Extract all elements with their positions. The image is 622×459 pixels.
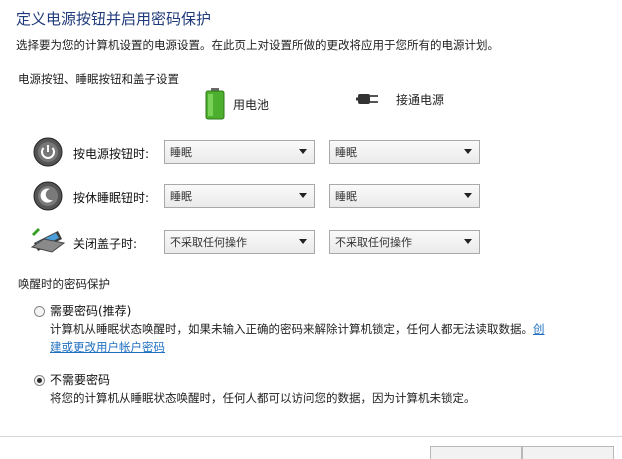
power-button-row-label: 按电源按钮时: (73, 147, 150, 161)
change-password-link-part1[interactable]: 创 (533, 322, 545, 336)
laptop-lid-icon (30, 227, 66, 253)
lid-close-plugged-select[interactable]: 不采取任何操作 (329, 230, 480, 254)
power-button-battery-select[interactable]: 睡眠 (164, 140, 315, 164)
battery-column-label: 用电池 (233, 97, 270, 112)
select-value: 睡眠 (170, 146, 192, 159)
page-title: 定义电源按钮并启用密码保护 (16, 10, 212, 28)
plugged-column-header: 接通电源 (356, 88, 444, 110)
lid-close-battery-select[interactable]: 不采取任何操作 (164, 230, 315, 254)
password-section-heading: 唤醒时的密码保护 (18, 277, 110, 291)
sleep-button-battery-select[interactable]: 睡眠 (164, 184, 315, 208)
chevron-down-icon (464, 193, 472, 198)
no-password-label[interactable]: 不需要密码 (50, 371, 110, 388)
require-password-description: 计算机从睡眠状态唤醒时，如果未输入正确的密码来解除计算机锁定，任何人都无法读取数… (50, 320, 578, 356)
cancel-button[interactable] (522, 446, 614, 459)
select-value: 睡眠 (335, 146, 357, 159)
chevron-down-icon (299, 239, 307, 244)
footer-divider (0, 436, 622, 437)
battery-icon (205, 88, 225, 120)
chevron-down-icon (299, 149, 307, 154)
power-button-plugged-select[interactable]: 睡眠 (329, 140, 480, 164)
sleep-button-row-label: 按休睡眠钮时: (73, 191, 150, 205)
require-password-label[interactable]: 需要密码(推荐) (50, 302, 131, 319)
no-password-description: 将您的计算机从睡眠状态唤醒时，任何人都可以访问您的数据，因为计算机未锁定。 (50, 391, 476, 405)
require-password-radio[interactable] (34, 306, 45, 317)
select-value: 不采取任何操作 (335, 236, 412, 249)
require-password-text: 计算机从睡眠状态唤醒时，如果未输入正确的密码来解除计算机锁定，任何人都无法读取数… (50, 322, 533, 336)
power-plug-icon (356, 94, 378, 104)
sleep-button-plugged-select[interactable]: 睡眠 (329, 184, 480, 208)
select-value: 不采取任何操作 (170, 236, 247, 249)
sleep-button-icon (33, 181, 63, 211)
page-description: 选择要为您的计算机设置的电源设置。在此页上对设置所做的更改将应用于您所有的电源计… (16, 38, 499, 52)
buttons-section-heading: 电源按钮、睡眠按钮和盖子设置 (18, 72, 179, 86)
battery-column-header: 用电池 (205, 88, 269, 120)
save-changes-button[interactable] (430, 446, 522, 459)
select-value: 睡眠 (335, 190, 357, 203)
no-password-radio[interactable] (34, 375, 45, 386)
chevron-down-icon (464, 239, 472, 244)
chevron-down-icon (464, 149, 472, 154)
lid-close-row-label: 关闭盖子时: (73, 237, 138, 251)
change-password-link[interactable]: 建或更改用户帐户密码 (50, 340, 165, 354)
select-value: 睡眠 (170, 190, 192, 203)
plugged-column-label: 接通电源 (396, 92, 445, 107)
power-button-icon (33, 137, 63, 167)
chevron-down-icon (299, 193, 307, 198)
